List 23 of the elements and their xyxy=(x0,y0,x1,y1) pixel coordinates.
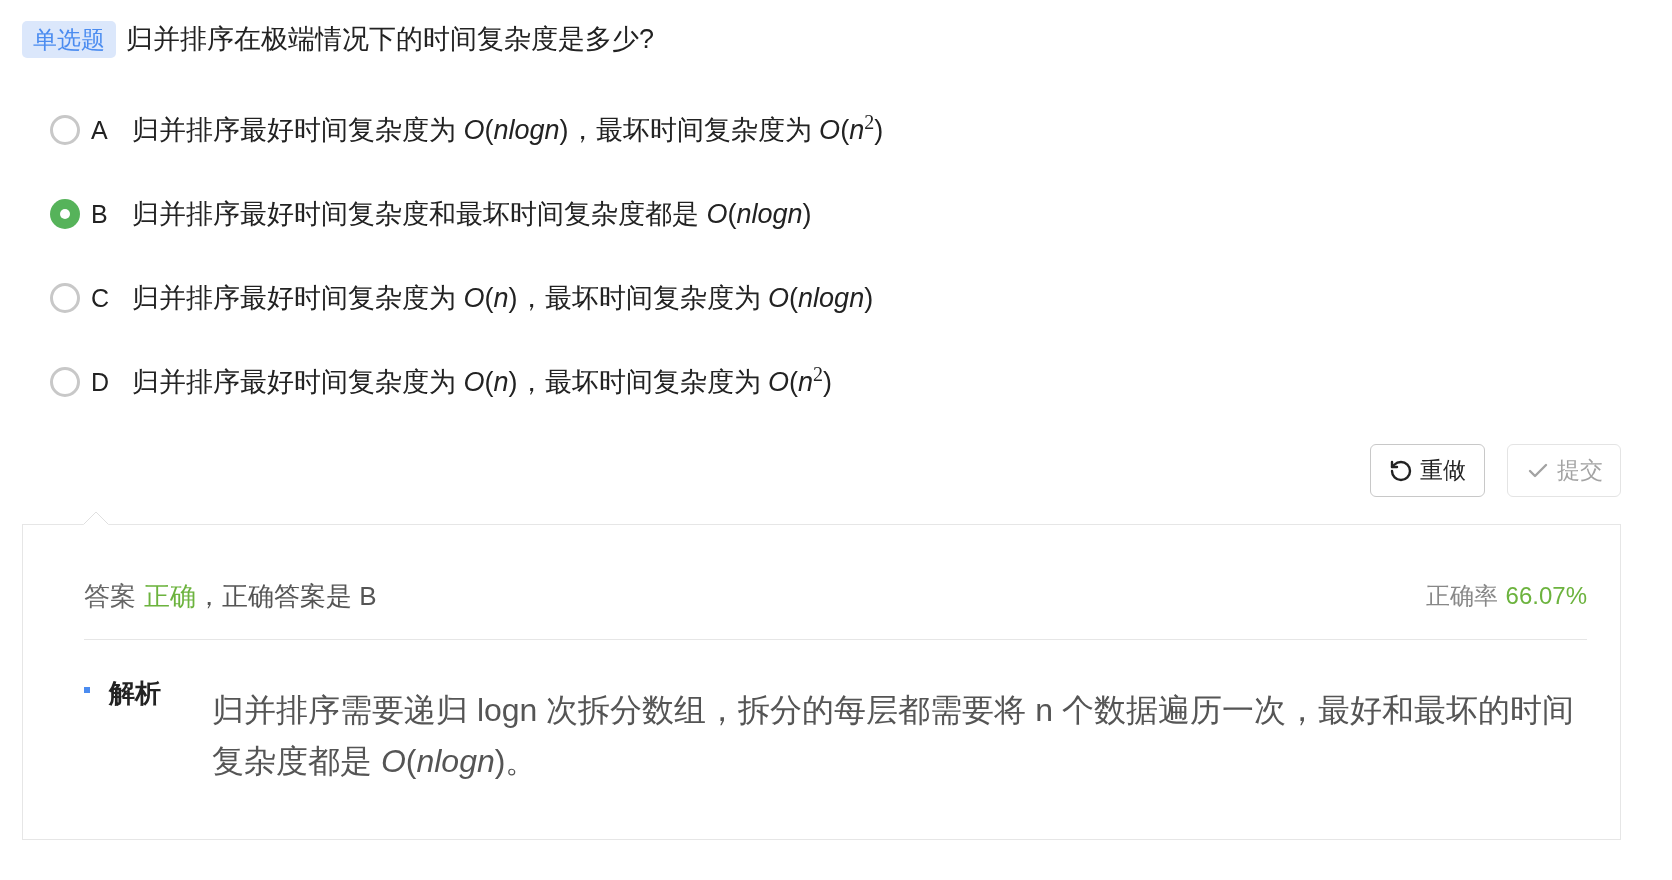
accuracy-label: 正确率 xyxy=(1425,581,1498,611)
analysis-heading: 解析 xyxy=(109,676,161,710)
option-text: 归并排序最好时间复杂度为 O(n)，最坏时间复杂度为 O(n$^{2}$) xyxy=(132,362,833,399)
option-letter: C xyxy=(91,283,111,314)
option-text: 归并排序最好时间复杂度为 O(n)，最坏时间复杂度为 O(nlogn) xyxy=(132,282,874,315)
option-text: 归并排序最好时间复杂度为 O(nlogn)，最坏时间复杂度为 O(n$^{2}$) xyxy=(132,110,884,147)
analysis-text: 归并排序需要递归 logn 次拆分数组，拆分的每层都需要将 n 个数据遍历一次，最好和最坏的时间复杂度都是 O(nlogn)。 xyxy=(212,691,1575,781)
rotate-arrow-icon xyxy=(1389,458,1413,483)
accuracy-value: 66.07% xyxy=(1505,581,1587,611)
redo-button[interactable]: 重做 xyxy=(1370,444,1485,497)
square-bullet-icon xyxy=(84,687,90,693)
radio-button[interactable] xyxy=(50,115,80,145)
question-type-badge: 单选题 xyxy=(22,21,116,58)
radio-button[interactable] xyxy=(50,199,80,229)
radio-button[interactable] xyxy=(50,283,80,313)
option-text: 归并排序最好时间复杂度和最坏时间复杂度都是 O(nlogn) xyxy=(132,198,812,231)
option-letter: D xyxy=(91,367,111,398)
question-text: 归并排序在极端情况下的时间复杂度是多少? xyxy=(126,23,655,56)
answer-label: 答案 xyxy=(84,579,136,613)
option-letter: A xyxy=(91,115,109,146)
radio-button[interactable] xyxy=(50,367,80,397)
answer-result-text: 正确，正确答案是 B xyxy=(144,579,377,613)
option-letter: B xyxy=(91,199,109,230)
